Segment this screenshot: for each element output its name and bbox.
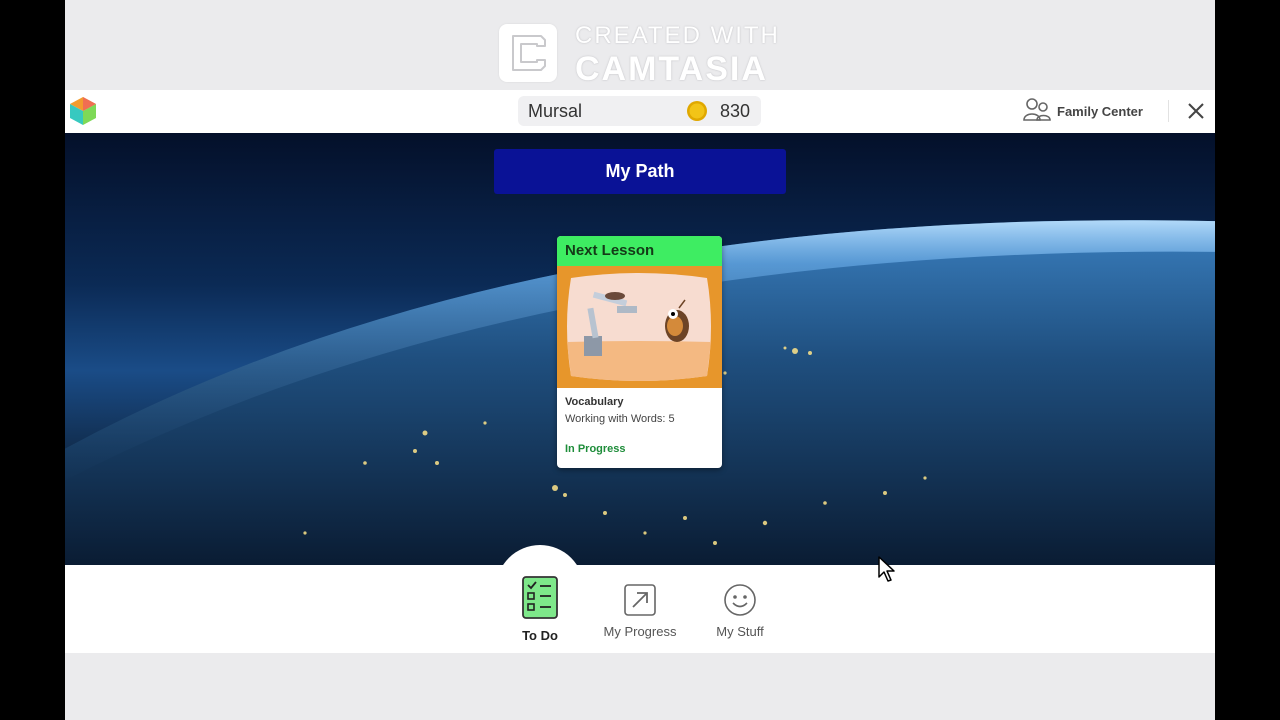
lesson-subject: Vocabulary — [565, 396, 624, 408]
lesson-status: In Progress — [565, 443, 626, 455]
nav-item-my-progress[interactable]: My Progress — [590, 583, 690, 639]
coin-count: 830 — [720, 101, 751, 121]
watermark-line-2: CAMTASIA — [575, 50, 768, 88]
camtasia-watermark: CREATED WITH CAMTASIA — [499, 22, 789, 88]
camtasia-logo-icon — [499, 24, 557, 82]
nav-item-my-stuff[interactable]: My Stuff — [690, 583, 790, 639]
close-icon[interactable] — [1186, 101, 1206, 126]
family-center-button[interactable]: Family Center — [1023, 96, 1143, 126]
mouse-pointer-icon — [878, 556, 895, 582]
user-coin-pill: Mursal 830 — [518, 96, 761, 126]
main-earth-background: My Path Next Lesson Vocabulary Working w… — [65, 133, 1215, 565]
watermark-line-1: CREATED WITH — [575, 22, 780, 49]
lesson-title: Working with Words: 5 — [565, 413, 675, 425]
next-lesson-card[interactable]: Next Lesson Vocabulary Working with Word… — [557, 236, 722, 468]
username: Mursal — [528, 101, 583, 121]
checklist-icon — [522, 576, 558, 619]
my-path-button[interactable]: My Path — [494, 149, 786, 194]
card-header: Next Lesson — [557, 236, 722, 266]
family-users-icon — [1023, 97, 1051, 126]
arrow-up-right-box-icon — [624, 584, 656, 616]
nav-item-to-do[interactable]: To Do — [490, 575, 590, 643]
family-center-label: Family Center — [1057, 103, 1143, 119]
lesson-illustration — [557, 266, 722, 388]
nav-label-my-stuff: My Stuff — [716, 624, 764, 639]
app-frame: CREATED WITH CAMTASIA Mursal 830 Family … — [65, 0, 1215, 720]
coin-icon — [686, 100, 708, 127]
top-bar: Mursal 830 Family Center — [65, 90, 1215, 133]
app-cube-logo-icon[interactable] — [69, 96, 97, 131]
smiley-face-icon — [724, 584, 756, 616]
nav-label-my-progress: My Progress — [603, 624, 677, 639]
topbar-divider — [1168, 100, 1169, 122]
nav-label-to-do: To Do — [522, 628, 558, 643]
